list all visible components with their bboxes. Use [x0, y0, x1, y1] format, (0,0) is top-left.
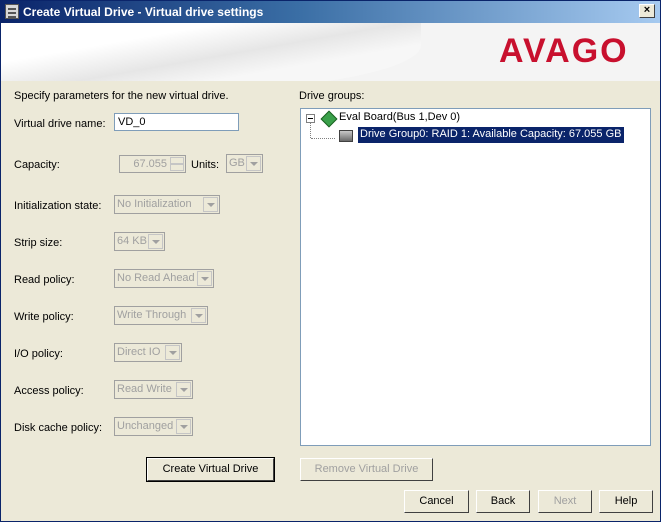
read-policy-label: Read policy: — [14, 274, 75, 286]
read-policy-select[interactable]: No Read Ahead — [114, 269, 214, 288]
write-policy-value: Write Through — [117, 309, 187, 321]
tree-node-controller[interactable]: Eval Board(Bus 1,Dev 0) — [339, 111, 460, 123]
close-icon[interactable]: × — [639, 4, 655, 18]
strip-size-label: Strip size: — [14, 237, 63, 249]
drive-groups-tree[interactable]: Eval Board(Bus 1,Dev 0) Drive Group0: RA… — [300, 108, 651, 446]
chevron-down-icon — [148, 234, 163, 249]
units-value: GB — [229, 157, 245, 169]
access-policy-value: Read Write — [117, 383, 172, 395]
capacity-label: Capacity: — [14, 159, 60, 171]
chevron-down-icon — [176, 419, 191, 434]
drive-group-icon — [339, 130, 353, 142]
disk-cache-policy-value: Unchanged — [117, 420, 174, 432]
chevron-down-icon — [246, 156, 261, 171]
cancel-button[interactable]: Cancel — [404, 490, 469, 513]
write-policy-select[interactable]: Write Through — [114, 306, 208, 325]
tree-connector — [310, 123, 312, 138]
units-select[interactable]: GB — [226, 154, 263, 173]
io-policy-label: I/O policy: — [14, 348, 63, 360]
tree-connector — [311, 138, 335, 140]
initialization-state-select[interactable]: No Initialization — [114, 195, 220, 214]
intro-text: Specify parameters for the new virtual d… — [14, 90, 229, 102]
dialog-content: Specify parameters for the new virtual d… — [1, 81, 660, 521]
back-button[interactable]: Back — [476, 490, 530, 513]
avago-logo: AVAGO — [499, 32, 629, 70]
drive-groups-label: Drive groups: — [299, 90, 365, 102]
remove-virtual-drive-button[interactable]: Remove Virtual Drive — [300, 458, 433, 481]
chevron-down-icon — [203, 197, 218, 212]
chevron-down-icon — [176, 382, 191, 397]
virtual-drive-name-input[interactable] — [114, 113, 239, 131]
spin-down-icon[interactable] — [170, 164, 184, 171]
spin-up-icon[interactable] — [170, 157, 184, 164]
app-window-icon — [5, 4, 19, 19]
strip-size-value: 64 KB — [117, 235, 147, 247]
next-button[interactable]: Next — [538, 490, 592, 513]
controller-icon — [320, 110, 338, 128]
capacity-spinner[interactable]: 67.055 — [119, 155, 186, 173]
write-policy-label: Write policy: — [14, 311, 74, 323]
tree-node-drive-group[interactable]: Drive Group0: RAID 1: Available Capacity… — [358, 127, 624, 143]
initialization-state-label: Initialization state: — [14, 200, 102, 212]
header-banner: AVAGO — [1, 23, 660, 81]
initialization-state-value: No Initialization — [117, 198, 192, 210]
io-policy-select[interactable]: Direct IO — [114, 343, 182, 362]
read-policy-value: No Read Ahead — [117, 272, 195, 284]
help-button[interactable]: Help — [599, 490, 653, 513]
chevron-down-icon — [191, 308, 206, 323]
access-policy-select[interactable]: Read Write — [114, 380, 193, 399]
disk-cache-policy-select[interactable]: Unchanged — [114, 417, 193, 436]
units-label: Units: — [191, 159, 220, 171]
chevron-down-icon — [197, 271, 212, 286]
strip-size-select[interactable]: 64 KB — [114, 232, 165, 251]
banner-swoosh — [1, 23, 421, 81]
title-bar[interactable]: Create Virtual Drive - Virtual drive set… — [1, 1, 660, 23]
io-policy-value: Direct IO — [117, 346, 161, 358]
virtual-drive-name-label: Virtual drive name: — [14, 118, 106, 130]
access-policy-label: Access policy: — [14, 385, 84, 397]
capacity-value: 67.055 — [133, 158, 167, 170]
window-title: Create Virtual Drive - Virtual drive set… — [23, 5, 264, 19]
create-virtual-drive-dialog: Create Virtual Drive - Virtual drive set… — [0, 0, 661, 522]
create-virtual-drive-button[interactable]: Create Virtual Drive — [146, 457, 275, 482]
disk-cache-policy-label: Disk cache policy: — [14, 422, 103, 434]
collapse-icon[interactable] — [306, 114, 315, 123]
chevron-down-icon — [165, 345, 180, 360]
